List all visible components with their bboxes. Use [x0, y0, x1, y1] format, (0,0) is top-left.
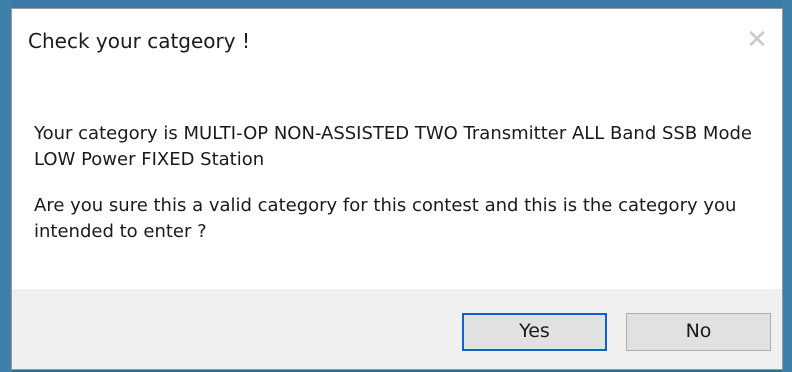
desktop-background-right	[782, 0, 792, 372]
no-button[interactable]: No	[626, 313, 771, 351]
message-dialog: Check your catgeory ! ✕ Your category is…	[11, 8, 783, 370]
confirmation-question: Are you sure this a valid category for t…	[34, 195, 737, 242]
dialog-message: Your category is MULTI-OP NON-ASSISTED T…	[34, 121, 754, 265]
close-icon[interactable]: ✕	[740, 23, 774, 57]
category-message: Your category is MULTI-OP NON-ASSISTED T…	[34, 123, 752, 170]
dialog-button-bar: Yes No	[12, 289, 782, 369]
dialog-title: Check your catgeory !	[28, 29, 250, 53]
yes-button[interactable]: Yes	[462, 313, 607, 351]
desktop-background-top	[0, 0, 792, 8]
